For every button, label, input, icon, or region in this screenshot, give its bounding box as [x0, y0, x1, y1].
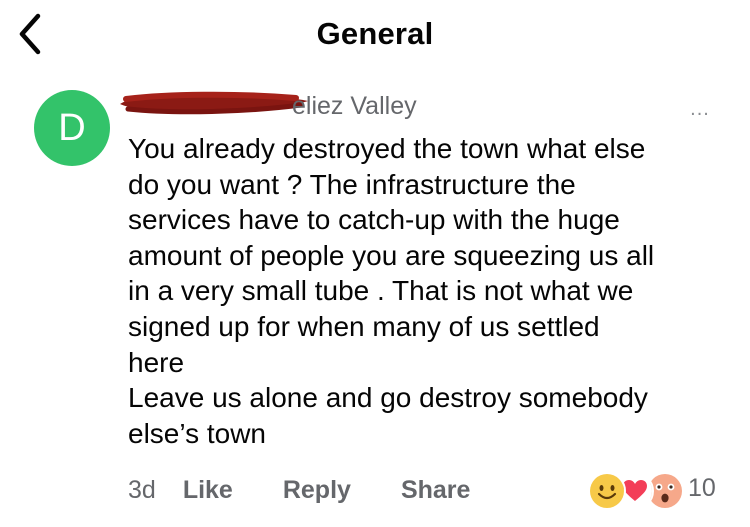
comment-line: amount of people you are squeezing us al…	[128, 239, 655, 271]
redaction-scribble	[116, 90, 312, 116]
comment-line: You already destroyed the town what else	[128, 133, 646, 164]
comment-line: Leave us alone and go destroy somebody	[128, 382, 648, 414]
reaction-summary[interactable]: 10	[588, 470, 728, 510]
comment-line: here	[128, 346, 185, 378]
more-options-button[interactable]: ...	[682, 99, 718, 119]
comment-line: do you want ? The infrastructure the	[128, 168, 576, 200]
haha-smile-icon	[588, 472, 626, 510]
avatar[interactable]: D	[34, 90, 110, 166]
avatar-initial: D	[58, 106, 86, 149]
comment-line: services have to catch-up with the huge	[128, 204, 620, 236]
comment-text: You already destroyed the town what else…	[128, 131, 728, 451]
author-location: eliez Valley	[292, 92, 417, 120]
comment-line: else’s town	[128, 417, 267, 449]
like-button[interactable]: Like	[183, 476, 233, 505]
reaction-count: 10	[688, 474, 716, 502]
comment-line: signed up for when many of us settled	[128, 310, 600, 342]
comment-line: in a very small tube . That is not what …	[128, 275, 634, 307]
top-bar: General	[0, 0, 750, 72]
comment-author[interactable]: eliez Valley	[120, 88, 688, 124]
comment-actions: 3d Like Reply Share	[128, 472, 470, 508]
share-button[interactable]: Share	[401, 476, 470, 505]
reply-button[interactable]: Reply	[283, 476, 351, 505]
comment-timestamp: 3d	[128, 475, 156, 504]
page-title: General	[316, 16, 434, 51]
